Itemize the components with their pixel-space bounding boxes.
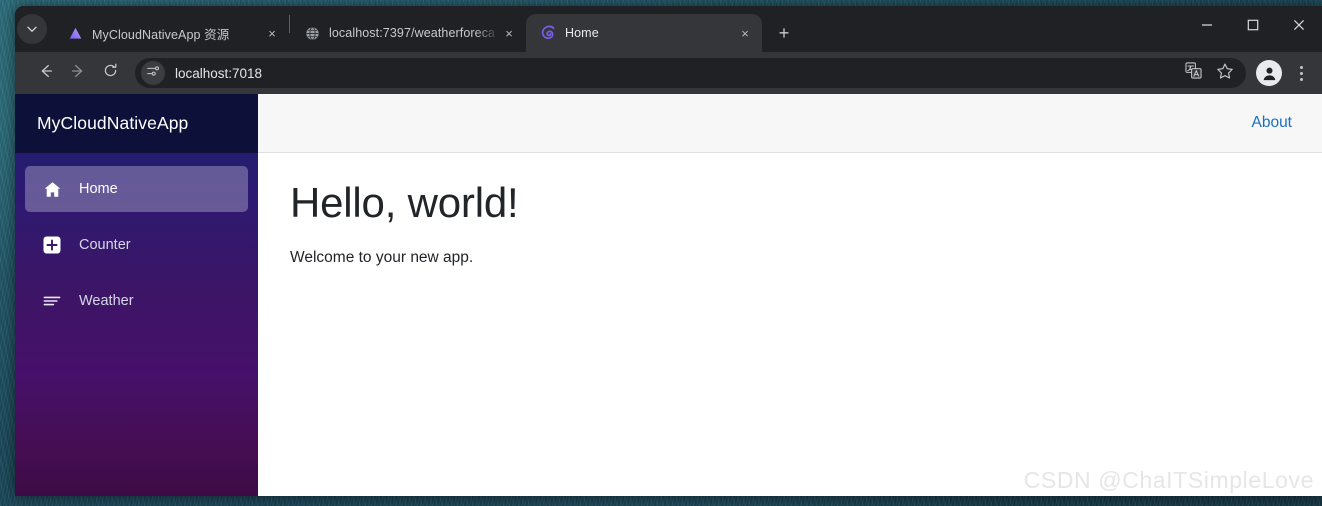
- address-bar[interactable]: localhost:7018: [135, 58, 1246, 88]
- kebab-menu-icon: [1299, 65, 1303, 69]
- kebab-menu-icon: [1299, 71, 1303, 75]
- sidebar-item-counter[interactable]: Counter: [25, 222, 248, 268]
- page-subtitle: Welcome to your new app.: [290, 249, 474, 267]
- chevron-down-icon: [26, 23, 38, 35]
- tab-list: MyCloudNativeApp 资源 × localhost:7397/wea…: [53, 6, 798, 52]
- reload-button[interactable]: [95, 58, 125, 88]
- plus-square-icon: [41, 234, 63, 256]
- page-title: Hello, world!: [290, 179, 519, 226]
- address-bar-url: localhost:7018: [175, 65, 263, 81]
- browser-toolbar: localhost:7018: [15, 52, 1322, 94]
- sidebar-item-label: Weather: [79, 293, 134, 309]
- minimize-button[interactable]: [1184, 6, 1230, 44]
- tab-title: Home: [565, 26, 599, 40]
- page-topbar: About: [258, 94, 1322, 153]
- new-tab-button[interactable]: +: [770, 19, 798, 47]
- tab-search-button[interactable]: [17, 14, 47, 44]
- blazor-icon: [540, 25, 556, 41]
- browser-menu-button[interactable]: [1288, 58, 1314, 88]
- tune-icon: [146, 64, 160, 83]
- aspire-triangle-icon: [67, 25, 83, 41]
- sidebar-nav: Home Counter Weather: [15, 153, 258, 334]
- arrow-right-icon: [69, 62, 87, 85]
- forward-button[interactable]: [63, 58, 93, 88]
- main-article: Hello, world! Welcome to your new app.: [258, 153, 1322, 267]
- tab-weatherforecast[interactable]: localhost:7397/weatherforeca ×: [290, 14, 526, 52]
- reload-icon: [102, 62, 119, 84]
- omnibox-actions: [1178, 58, 1240, 88]
- bookmark-button[interactable]: [1210, 58, 1240, 88]
- tab-close-button[interactable]: ×: [736, 24, 754, 42]
- page-viewport: MyCloudNativeApp Home Counter Weather Ab…: [15, 94, 1322, 496]
- tab-title: localhost:7397/weatherforeca: [329, 26, 496, 40]
- back-button[interactable]: [31, 58, 61, 88]
- sidebar-item-weather[interactable]: Weather: [25, 278, 248, 324]
- arrow-left-icon: [37, 62, 55, 85]
- house-icon: [41, 178, 63, 200]
- tab-mycloudnativeapp[interactable]: MyCloudNativeApp 资源 ×: [53, 14, 289, 52]
- star-icon: [1216, 62, 1234, 85]
- tab-home[interactable]: Home ×: [526, 14, 762, 52]
- sidebar-item-home[interactable]: Home: [25, 166, 248, 212]
- translate-button[interactable]: [1178, 58, 1208, 88]
- sidebar-item-label: Home: [79, 181, 118, 197]
- browser-window: MyCloudNativeApp 资源 × localhost:7397/wea…: [15, 6, 1322, 496]
- person-icon: [1256, 60, 1282, 86]
- translate-icon: [1184, 62, 1202, 84]
- tab-close-button[interactable]: ×: [263, 24, 281, 42]
- app-sidebar: MyCloudNativeApp Home Counter Weather: [15, 94, 258, 496]
- about-link[interactable]: About: [1251, 114, 1292, 132]
- tab-close-button[interactable]: ×: [500, 24, 518, 42]
- site-settings-button[interactable]: [141, 61, 165, 85]
- app-brand[interactable]: MyCloudNativeApp: [15, 94, 258, 153]
- page-content: About Hello, world! Welcome to your new …: [258, 94, 1322, 496]
- toolbar-right-actions: [1254, 58, 1314, 88]
- window-controls: [1184, 6, 1322, 44]
- maximize-button[interactable]: [1230, 6, 1276, 44]
- tab-strip: MyCloudNativeApp 资源 × localhost:7397/wea…: [15, 6, 1322, 52]
- close-button[interactable]: [1276, 6, 1322, 44]
- tab-title: MyCloudNativeApp 资源: [92, 27, 230, 42]
- kebab-menu-icon: [1299, 77, 1303, 81]
- desktop-background: MyCloudNativeApp 资源 × localhost:7397/wea…: [0, 0, 1322, 506]
- globe-icon: [304, 25, 320, 41]
- sidebar-item-label: Counter: [79, 237, 131, 253]
- profile-button[interactable]: [1254, 58, 1284, 88]
- list-lines-icon: [41, 290, 63, 312]
